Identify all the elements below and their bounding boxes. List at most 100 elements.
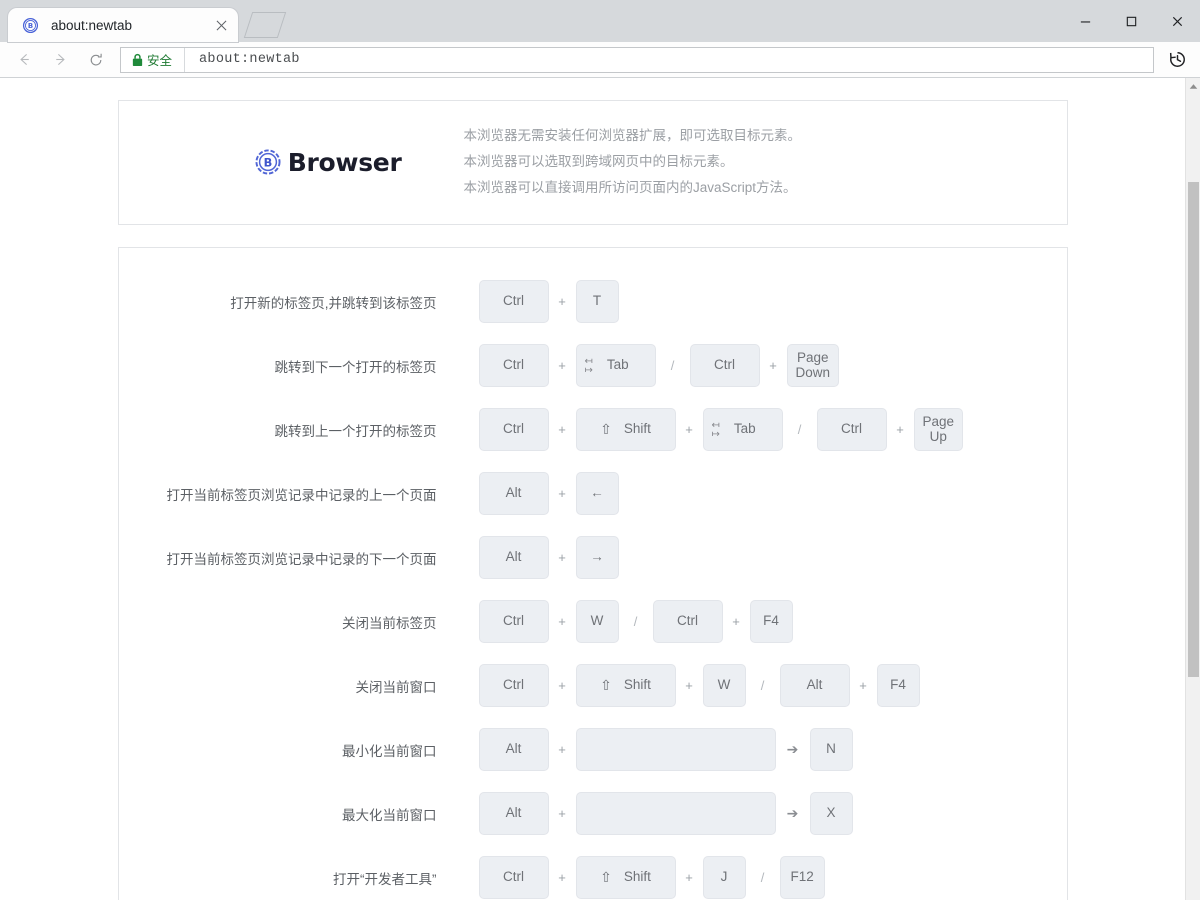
shortcut-keys: Ctrl + ↤ ↦ Tab / Ctrl + Page Down	[478, 344, 1067, 388]
banner-blurb: 本浏览器可以直接调用所访问页面内的JavaScript方法。	[463, 179, 797, 195]
scroll-up-arrow[interactable]	[1186, 78, 1200, 94]
history-icon[interactable]	[1162, 45, 1192, 75]
svg-text:B: B	[28, 22, 33, 30]
key-label: Shift	[623, 677, 651, 693]
tab-title: about:newtab	[51, 17, 133, 33]
key-ctrl: Ctrl	[689, 344, 760, 388]
shortcut-label: 打开新的标签页,并跳转到该标签页	[230, 295, 437, 311]
shortcut-row: 打开当前标签页浏览记录中记录的下一个页面 Alt + →	[119, 526, 1067, 590]
key-ctrl: Ctrl	[652, 600, 723, 644]
shortcut-row: 打开新的标签页,并跳转到该标签页 Ctrl + T	[119, 270, 1067, 334]
separator-plus: +	[685, 678, 693, 694]
separator-plus: +	[558, 742, 566, 758]
window-controls	[1062, 0, 1200, 42]
shortcut-keys: Alt + ➔ X	[478, 792, 1067, 836]
browser-logo-icon: B	[254, 148, 282, 176]
separator-plus: +	[769, 358, 777, 374]
shortcut-row: 关闭当前窗口 Ctrl + ⇧ Shift + W / Alt + F4	[119, 654, 1067, 718]
shortcut-label: 最小化当前窗口	[342, 743, 437, 759]
shortcut-keys: Ctrl + ⇧ Shift + W / Alt + F4	[478, 664, 1067, 708]
shift-arrow-icon: ⇧	[600, 869, 612, 886]
reload-icon[interactable]	[81, 45, 111, 75]
separator-plus: +	[896, 422, 904, 438]
security-indicator[interactable]: 安全	[121, 47, 186, 72]
key-ctrl: Ctrl	[478, 280, 549, 324]
svg-text:B: B	[263, 156, 272, 170]
navigation-toolbar: 安全 about:newtab	[0, 42, 1200, 78]
maximize-button[interactable]	[1108, 0, 1154, 42]
shift-arrow-icon: ⇧	[600, 677, 612, 694]
close-button[interactable]	[1154, 0, 1200, 42]
key-shift: ⇧ Shift	[575, 856, 676, 900]
shortcut-keys: Ctrl + W / Ctrl + F4	[478, 600, 1067, 644]
minimize-button[interactable]	[1062, 0, 1108, 42]
shortcut-row: 跳转到上一个打开的标签页 Ctrl + ⇧ Shift + ↤ ↦ Tab / Ctrl + Page U…	[119, 398, 1067, 462]
key-page-up: Page Up	[913, 408, 964, 452]
key-label: Page	[796, 350, 829, 366]
back-icon[interactable]	[9, 45, 39, 75]
separator-then: ➔	[786, 741, 799, 758]
shortcut-rows: 打开新的标签页,并跳转到该标签页 Ctrl + T 跳转到下一个打开的标签页 Ctrl + ↤…	[119, 270, 1067, 900]
shortcut-keys: Alt + ➔ N	[478, 728, 1067, 772]
separator-plus: +	[558, 678, 566, 694]
new-tab-button[interactable]	[243, 12, 287, 38]
separator-plus: +	[558, 422, 566, 438]
shortcut-keys: Ctrl + ⇧ Shift + ↤ ↦ Tab / Ctrl + Page Up	[478, 408, 1067, 452]
key-ctrl: Ctrl	[478, 856, 549, 900]
shortcut-row: 跳转到下一个打开的标签页 Ctrl + ↤ ↦ Tab / Ctrl + Page Down	[119, 334, 1067, 398]
separator-or: /	[670, 358, 675, 374]
shortcut-row: 最大化当前窗口 Alt + ➔ X	[119, 782, 1067, 846]
shortcut-label: 打开“开发者工具”	[333, 871, 437, 887]
key-ctrl: Ctrl	[816, 408, 887, 452]
key-label: Tab	[733, 421, 756, 437]
key-alt: Alt	[779, 664, 850, 708]
close-icon[interactable]	[212, 16, 230, 34]
key-space	[575, 792, 776, 836]
key-alt: Alt	[478, 472, 549, 516]
separator-plus: +	[859, 678, 867, 694]
title-bar: B about:newtab	[0, 0, 1200, 42]
tab-arrows-icon: ↤ ↦	[711, 419, 720, 440]
address-bar[interactable]: 安全 about:newtab	[120, 46, 1154, 73]
key-label: Tab	[606, 357, 629, 373]
banner-card: B Browser 本浏览器无需安装任何浏览器扩展，即可选取目标元素。 本浏览器…	[117, 100, 1068, 225]
key-→: →	[575, 536, 619, 580]
key-f4: F4	[749, 600, 793, 644]
key-f4: F4	[876, 664, 920, 708]
separator-or: /	[760, 678, 765, 694]
key-tab: ↤ ↦ Tab	[575, 344, 656, 388]
browser-logo-icon: B	[22, 17, 39, 34]
key-label: Shift	[623, 869, 651, 885]
key-w: W	[575, 600, 619, 644]
separator-plus: +	[558, 614, 566, 630]
shortcut-row: 关闭当前标签页 Ctrl + W / Ctrl + F4	[119, 590, 1067, 654]
separator-plus: +	[732, 614, 740, 630]
separator-plus: +	[685, 422, 693, 438]
separator-plus: +	[558, 294, 566, 310]
key-alt: Alt	[478, 728, 549, 772]
key-tab: ↤ ↦ Tab	[702, 408, 783, 452]
key-alt: Alt	[478, 792, 549, 836]
key-space	[575, 728, 776, 772]
shift-arrow-icon: ⇧	[600, 421, 612, 438]
shortcut-row: 打开当前标签页浏览记录中记录的上一个页面 Alt + ←	[119, 462, 1067, 526]
key-←: ←	[575, 472, 619, 516]
tab-about-newtab[interactable]: B about:newtab	[8, 8, 238, 42]
separator-or: /	[797, 422, 802, 438]
key-shift: ⇧ Shift	[575, 408, 676, 452]
key-ctrl: Ctrl	[478, 600, 549, 644]
url-input[interactable]: about:newtab	[185, 48, 1153, 72]
separator-then: ➔	[786, 805, 799, 822]
shortcut-keys: Ctrl + ⇧ Shift + J / F12	[478, 856, 1067, 900]
banner-blurb: 本浏览器无需安装任何浏览器扩展，即可选取目标元素。	[463, 128, 802, 143]
separator-plus: +	[558, 358, 566, 374]
forward-icon[interactable]	[45, 45, 75, 75]
vertical-scrollbar[interactable]	[1185, 78, 1200, 900]
shortcut-label: 打开当前标签页浏览记录中记录的上一个页面	[166, 487, 437, 503]
shortcut-keys: Alt + →	[478, 536, 1067, 580]
key-t: T	[575, 280, 619, 324]
brand-block: B Browser	[119, 148, 464, 177]
key-f12: F12	[779, 856, 825, 900]
scrollbar-thumb[interactable]	[1188, 182, 1199, 677]
key-alt: Alt	[478, 536, 549, 580]
